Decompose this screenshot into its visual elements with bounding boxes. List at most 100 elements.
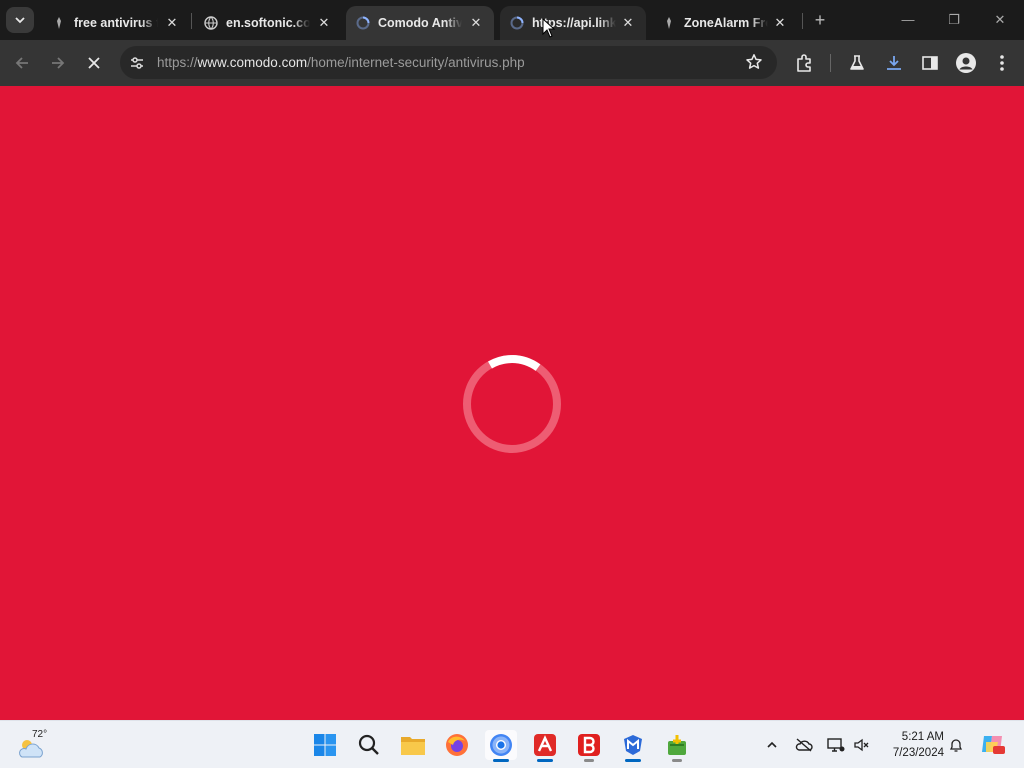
labs-button[interactable]: [846, 52, 868, 74]
side-panel-button[interactable]: [919, 52, 941, 74]
loading-icon: [356, 16, 370, 30]
running-indicator: [625, 759, 641, 762]
tab-zonealarm[interactable]: ZoneAlarm Fre ✕: [652, 6, 798, 40]
clock-date: 7/23/2024: [892, 747, 944, 759]
tab-title: free antivirus f: [74, 16, 158, 30]
installer-icon: [668, 735, 686, 755]
search-icon: [358, 734, 379, 755]
copilot-icon: [982, 736, 1005, 754]
flask-icon: [850, 55, 864, 70]
close-icon[interactable]: ✕: [316, 15, 332, 31]
page-content: [0, 86, 1024, 720]
new-tab-button[interactable]: +: [810, 10, 830, 30]
bitdefender-icon: [578, 734, 600, 756]
bell-icon: [949, 739, 963, 752]
downloads-button[interactable]: [883, 52, 905, 74]
profile-button[interactable]: [955, 52, 977, 74]
tab-title: Comodo Antivi: [378, 16, 462, 30]
stop-loading-button[interactable]: [82, 51, 106, 75]
download-icon: [887, 56, 901, 70]
installer-button[interactable]: [661, 730, 693, 762]
running-indicator: [584, 759, 594, 762]
show-hidden-icons-button[interactable]: [762, 735, 782, 755]
url-text: https://www.comodo.com/home/internet-sec…: [157, 55, 525, 70]
extensions-button[interactable]: [793, 52, 815, 74]
network-tray[interactable]: [826, 735, 846, 755]
file-explorer-button[interactable]: [397, 730, 429, 760]
arrow-right-icon: [52, 57, 65, 69]
firefox-button[interactable]: [441, 730, 473, 760]
generic-site-icon: [57, 17, 61, 29]
partly-cloudy-icon: [19, 740, 43, 758]
tab-free-antivirus[interactable]: free antivirus f ✕: [42, 6, 190, 40]
arrow-left-icon: [15, 57, 28, 69]
chrome-icon: [490, 734, 512, 756]
side-panel-icon: [922, 56, 938, 70]
toolbar-separator: [830, 54, 831, 72]
taskbar-clock[interactable]: 5:21 AM 7/23/2024: [880, 729, 944, 761]
url-path: /home/internet-security/antivirus.php: [307, 55, 525, 70]
browser-toolbar: https://www.comodo.com/home/internet-sec…: [0, 40, 1024, 86]
tab-title: en.softonic.com: [226, 16, 310, 30]
running-indicator: [493, 759, 509, 762]
speaker-muted-icon: [854, 738, 869, 752]
windows-start-icon: [314, 734, 336, 756]
tab-separator: [191, 13, 192, 29]
url-host: www.comodo.com: [197, 55, 308, 70]
tab-softonic[interactable]: en.softonic.com ✕: [194, 6, 342, 40]
close-icon: [88, 57, 100, 69]
volume-tray[interactable]: [852, 735, 872, 755]
chevron-down-icon: [15, 17, 25, 24]
tab-comodo-antivirus[interactable]: Comodo Antivi ✕: [346, 6, 494, 40]
close-icon[interactable]: ✕: [164, 15, 180, 31]
chevron-up-icon: [767, 741, 777, 748]
copilot-button[interactable]: [980, 731, 1006, 757]
globe-icon: [204, 16, 218, 30]
bookmark-star-icon[interactable]: [745, 53, 763, 71]
tab-api-link[interactable]: https://api.link ✕: [500, 6, 646, 40]
close-icon[interactable]: ✕: [468, 15, 484, 31]
minimize-button[interactable]: —: [898, 10, 918, 30]
close-icon[interactable]: ✕: [620, 15, 636, 31]
malwarebytes-button[interactable]: [617, 730, 649, 762]
cloud-offline-icon: [795, 738, 813, 752]
display-network-icon: [827, 738, 845, 752]
taskbar-search-button[interactable]: [353, 730, 385, 760]
chrome-button[interactable]: [485, 730, 517, 762]
mouse-cursor-icon: [542, 18, 556, 38]
loading-spinner-icon: [463, 355, 561, 453]
notifications-button[interactable]: [946, 735, 966, 755]
tab-strip: free antivirus f ✕ en.softonic.com ✕ Com…: [0, 0, 1024, 40]
url-scheme: https://: [157, 55, 198, 70]
running-indicator: [537, 759, 553, 762]
close-icon[interactable]: ✕: [772, 15, 788, 31]
avira-icon: [534, 734, 556, 756]
onedrive-tray[interactable]: [794, 735, 814, 755]
back-button[interactable]: [10, 51, 34, 75]
weather-temp: 72°: [32, 729, 48, 740]
window-close-button[interactable]: ✕: [990, 10, 1010, 30]
more-vertical-icon: [1000, 55, 1004, 71]
generic-site-icon: [667, 17, 671, 29]
loading-icon: [510, 16, 524, 30]
malwarebytes-icon: [624, 735, 642, 755]
taskbar: 72° 5:21 AM 7/23/2024: [0, 720, 1024, 768]
puzzle-icon: [797, 54, 811, 72]
firefox-icon: [446, 734, 468, 756]
tab-title: ZoneAlarm Fre: [684, 16, 768, 30]
address-bar[interactable]: https://www.comodo.com/home/internet-sec…: [120, 46, 777, 79]
site-info-icon[interactable]: [128, 54, 146, 72]
clock-time: 5:21 AM: [901, 731, 944, 743]
tab-separator: [802, 13, 803, 29]
restore-button[interactable]: ❐: [944, 10, 964, 30]
bitdefender-button[interactable]: [573, 730, 605, 762]
start-button[interactable]: [309, 730, 341, 760]
forward-button[interactable]: [46, 51, 70, 75]
file-explorer-icon: [401, 737, 425, 755]
avira-button[interactable]: [529, 730, 561, 762]
weather-widget[interactable]: 72°: [16, 729, 56, 763]
menu-button[interactable]: [991, 52, 1013, 74]
running-indicator: [672, 759, 682, 762]
tab-search-button[interactable]: [6, 7, 34, 33]
avatar-icon: [956, 53, 976, 73]
